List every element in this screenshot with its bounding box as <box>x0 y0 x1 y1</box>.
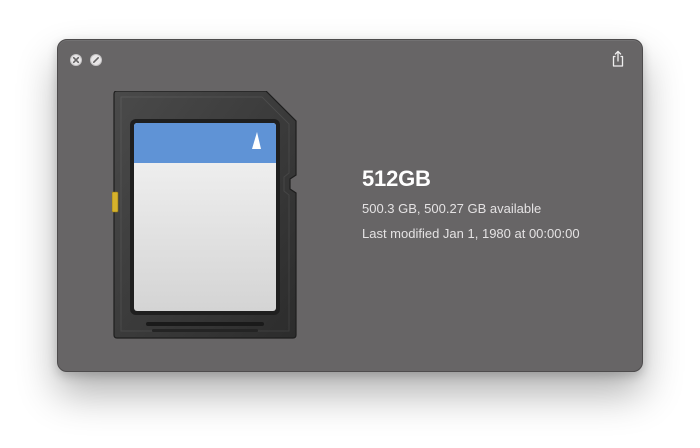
fullscreen-button[interactable] <box>90 54 102 66</box>
fullscreen-slash-icon <box>93 57 99 63</box>
share-button[interactable] <box>610 50 626 68</box>
sd-card-icon <box>111 90 298 339</box>
share-icon <box>612 50 624 67</box>
volume-name: 512GB <box>362 166 431 191</box>
modified-date-text: Last modified Jan 1, 1980 at 00:00:00 <box>362 226 580 241</box>
close-x-icon <box>72 56 80 64</box>
quick-look-window: 512GB 500.3 GB, 500.27 GB available Last… <box>57 39 643 372</box>
desktop-background: 512GB 500.3 GB, 500.27 GB available Last… <box>0 0 700 448</box>
capacity-text: 500.3 GB, 500.27 GB available <box>362 201 542 216</box>
volume-info: 512GB 500.3 GB, 500.27 GB available Last… <box>362 165 632 242</box>
close-button[interactable] <box>70 54 82 66</box>
